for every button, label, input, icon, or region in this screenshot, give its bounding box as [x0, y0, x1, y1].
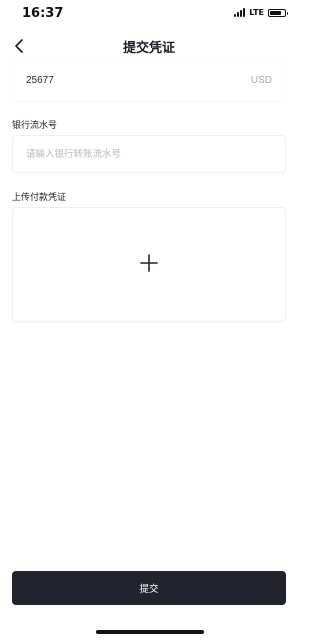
amount-unit: USD	[250, 75, 272, 86]
submit-button[interactable]: 提交	[12, 571, 286, 605]
amount-field: 25677 USD	[12, 62, 286, 100]
home-indicator	[96, 630, 204, 634]
battery-icon	[268, 8, 288, 17]
network-label: LTE	[249, 8, 264, 17]
serial-number-input[interactable]	[26, 136, 272, 172]
status-bar: 16:37 LTE	[0, 0, 298, 28]
nav-bar: 提交凭证	[0, 30, 298, 62]
upload-proof-box[interactable]	[12, 207, 286, 322]
status-time: 16:37	[22, 6, 64, 21]
page-title: 提交凭证	[122, 40, 175, 55]
serial-number-label: 银行流水号	[12, 120, 58, 130]
amount-value: 25677	[26, 75, 54, 86]
serial-number-field[interactable]	[12, 135, 286, 173]
status-indicators: LTE	[234, 8, 288, 17]
plus-icon	[140, 254, 158, 272]
signal-icon	[234, 8, 246, 17]
upload-proof-label: 上传付款凭证	[12, 192, 67, 202]
